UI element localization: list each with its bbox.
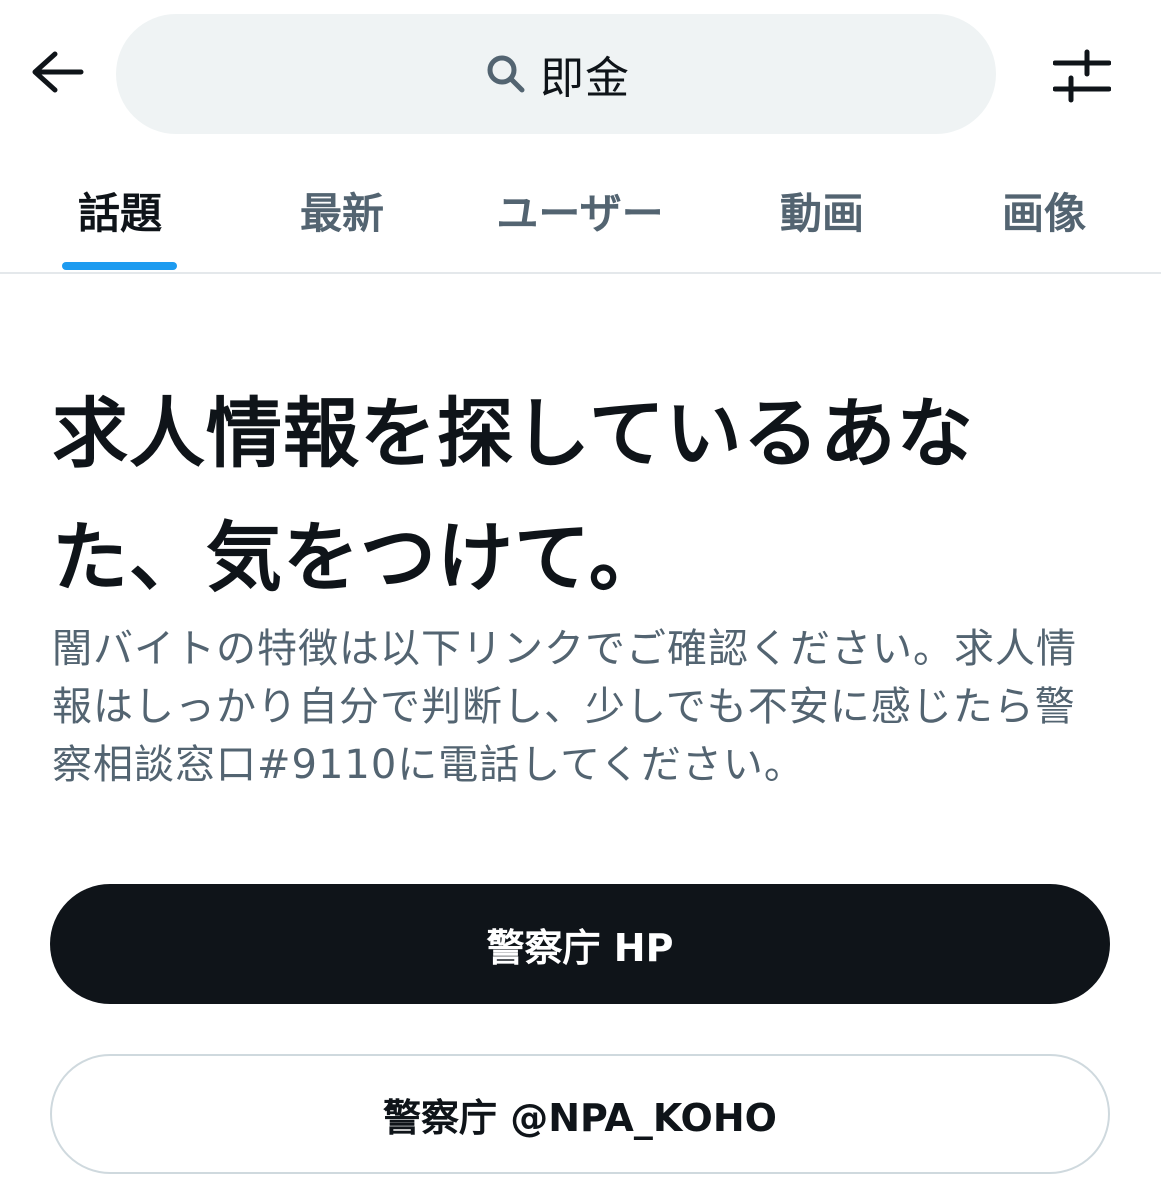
notice-description: 闇バイトの特徴は以下リンクでご確認ください。求人情報はしっかり自分で判断し、少し… (52, 626, 1077, 788)
filter-button[interactable] (1044, 40, 1120, 116)
arrow-left-icon (29, 50, 85, 98)
tab-top[interactable]: 話題 (40, 150, 200, 270)
police-account-button[interactable]: 警察庁 @NPA_KOHO (50, 1054, 1110, 1174)
search-query-text: 即金 (540, 53, 630, 104)
search-inner: 即金 (482, 42, 630, 106)
police-hp-button-label: 警察庁 HP (486, 925, 674, 970)
police-hp-button[interactable]: 警察庁 HP (50, 884, 1110, 1004)
police-account-button-label: 警察庁 @NPA_KOHO (383, 1095, 777, 1140)
search-field[interactable]: 即金 (116, 14, 996, 134)
tab-images[interactable]: 画像 (964, 150, 1124, 270)
tab-videos[interactable]: 動画 (742, 150, 902, 270)
top-bar: 即金 (0, 0, 1161, 150)
search-results-page: 即金 話題 最新 ユーザー 動画 画像 求人情報を探しているあなた、気をつけて。… (0, 0, 1161, 1200)
search-icon (482, 50, 530, 98)
search-tabs: 話題 最新 ユーザー 動画 画像 (0, 150, 1161, 274)
tab-latest[interactable]: 最新 (262, 150, 422, 270)
tab-people[interactable]: ユーザー (480, 150, 680, 270)
back-button[interactable] (22, 42, 92, 106)
sliders-icon (1052, 49, 1112, 107)
notice-headline: 求人情報を探しているあなた、気をつけて。 (52, 389, 974, 602)
active-tab-indicator (62, 262, 177, 270)
